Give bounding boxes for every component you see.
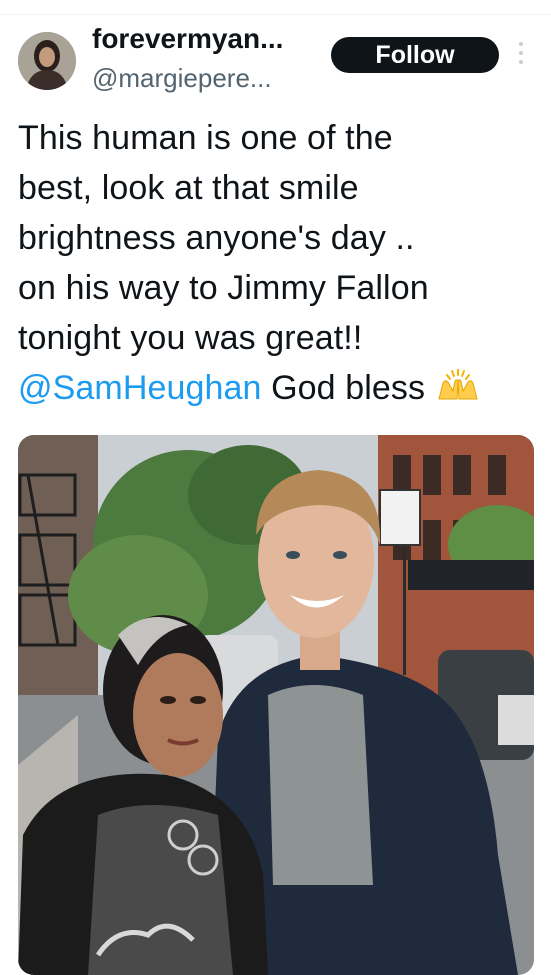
top-divider	[0, 0, 551, 15]
tweet-line-last: @SamHeughan God bless	[18, 363, 538, 413]
tweet-closing-text: God bless	[261, 369, 426, 407]
tweet-line: on his way to Jimmy Fallon	[18, 269, 429, 307]
more-vertical-icon[interactable]	[515, 42, 527, 68]
raising-hands-emoji-icon	[435, 367, 481, 401]
follow-button[interactable]: Follow	[331, 37, 499, 73]
tweet-media-photo[interactable]	[18, 435, 534, 975]
tweet-line: best, look at that smile	[18, 169, 359, 207]
user-avatar-icon	[18, 32, 76, 90]
photo-image	[18, 435, 534, 975]
mention-link[interactable]: @SamHeughan	[18, 369, 262, 407]
author-display-name[interactable]: forevermyan...	[92, 22, 283, 56]
tweet-line: brightness anyone's day ..	[18, 219, 415, 257]
author-avatar[interactable]	[18, 32, 76, 90]
tweet-line: tonight you was great!!	[18, 319, 363, 357]
tweet-text: This human is one of the best, look at t…	[18, 113, 538, 413]
tweet-line: This human is one of the	[18, 119, 393, 157]
author-handle[interactable]: @margiepere...	[92, 62, 272, 94]
